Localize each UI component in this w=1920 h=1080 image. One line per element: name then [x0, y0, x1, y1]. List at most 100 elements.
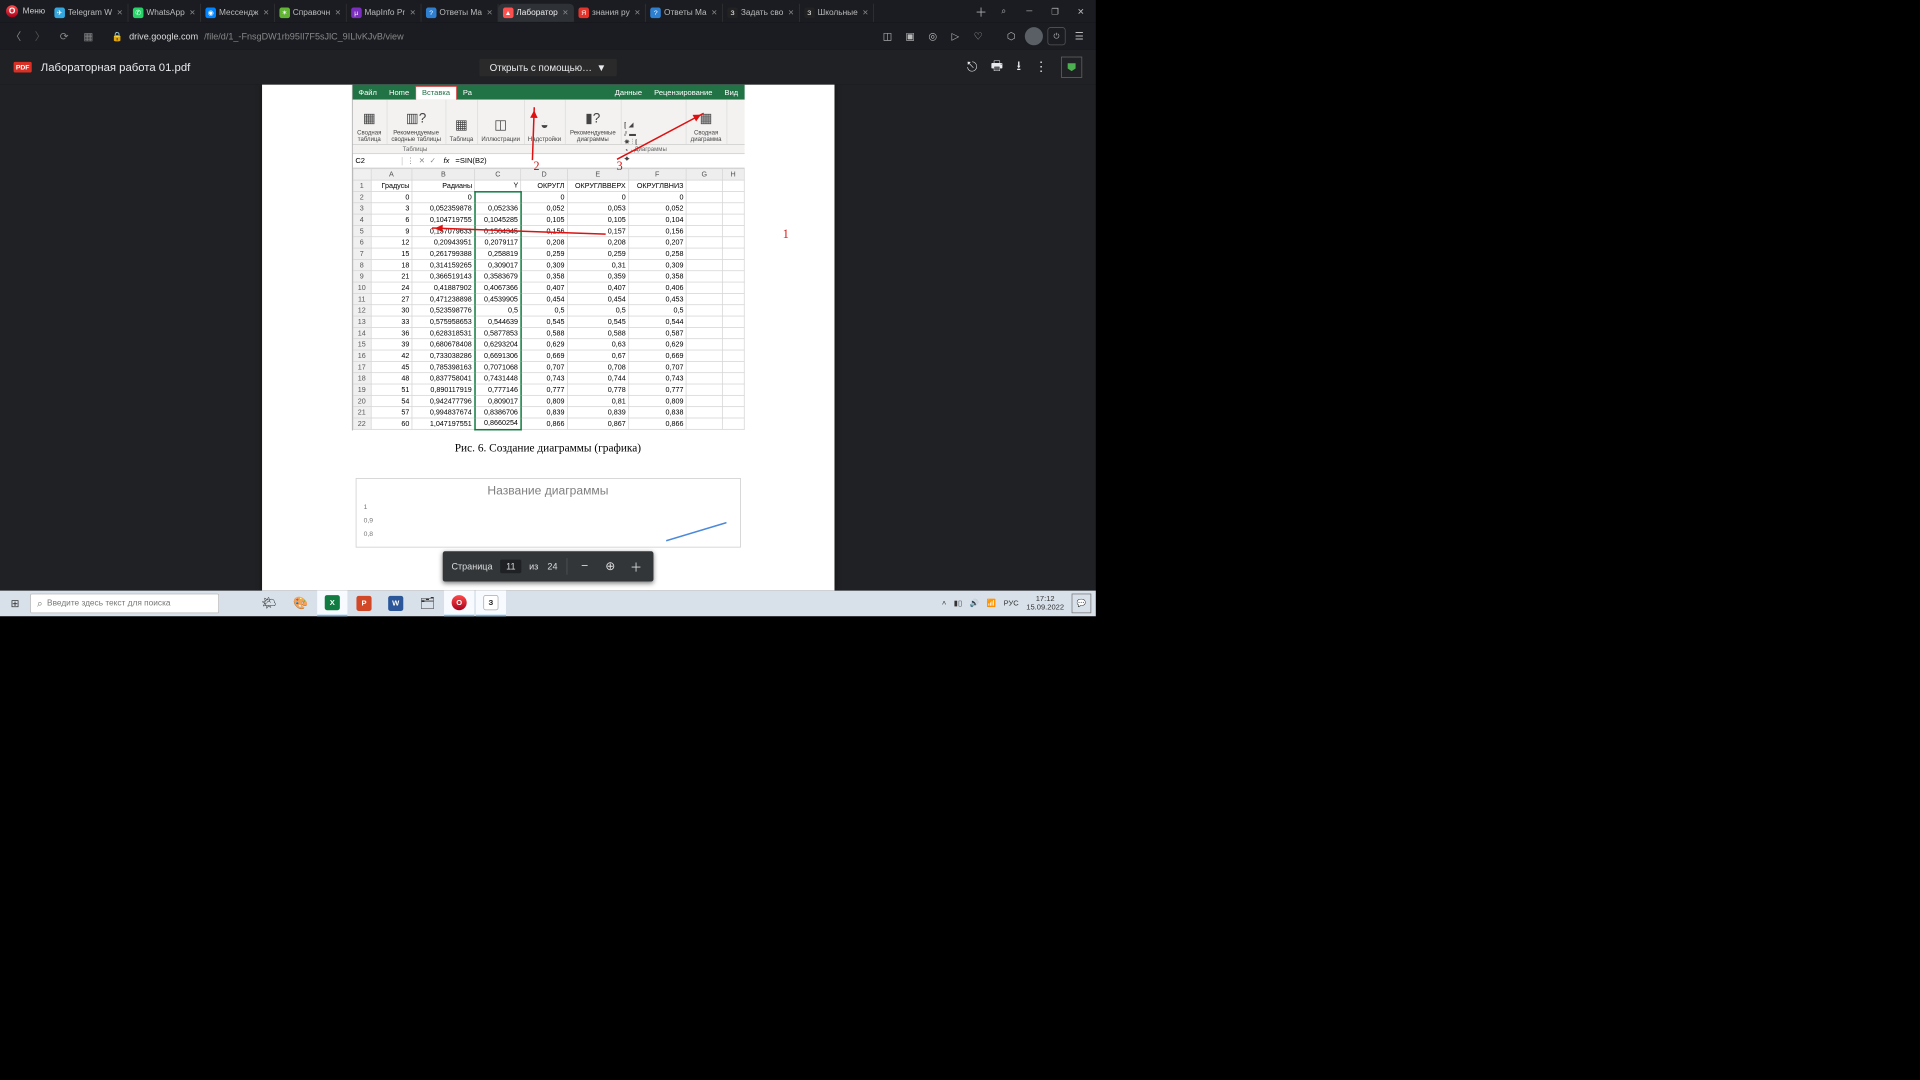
chart-line-fragment	[666, 519, 726, 542]
start-button[interactable]: ⊞	[0, 591, 30, 617]
grid-cell: 0,942477796	[412, 395, 475, 406]
browser-tab[interactable]: ✈Telegram W✕	[50, 4, 129, 22]
grid-cell: 0,2079117	[475, 237, 521, 248]
browser-tab[interactable]: ✶Справочн✕	[275, 4, 347, 22]
url-field[interactable]: 🔒 drive.google.com/file/d/1_-FnsgDW1rb95…	[104, 26, 871, 46]
grid-cell: 0,777146	[475, 384, 521, 395]
tab-label: Задать сво	[741, 8, 783, 17]
opera-logo-icon[interactable]: O	[6, 5, 18, 17]
grid-cell: 0	[521, 191, 567, 202]
pdf-viewport[interactable]: Файл Home Вставка Ра Данные Рецензирован…	[0, 85, 1096, 591]
browser-tab[interactable]: Язнания ру✕	[574, 4, 646, 22]
more-icon[interactable]: ⋮	[1035, 60, 1048, 75]
heart-icon[interactable]: ♡	[969, 27, 987, 45]
zoom-reset-button[interactable]: ⊕	[601, 557, 621, 577]
grid-cell: 0,052	[521, 203, 567, 214]
formula-text: =SIN(B2)	[452, 157, 489, 165]
tray-wifi-icon[interactable]: 📶	[987, 599, 996, 607]
row-header: 7	[353, 248, 371, 259]
tab-close-icon[interactable]: ✕	[410, 9, 416, 17]
sidebar-icon[interactable]: ◫	[878, 27, 896, 45]
fx-icon: fx	[440, 157, 452, 165]
grid-cell: 24	[371, 282, 412, 293]
col-header: D	[521, 169, 567, 180]
excel-tab-review: Рецензирование	[648, 87, 718, 100]
open-with-button[interactable]: Открыть с помощью… ▼	[479, 59, 617, 76]
taskbar-znanija[interactable]: З	[476, 591, 506, 617]
grid-cell: 0,20943951	[412, 237, 475, 248]
row-header: 16	[353, 350, 371, 361]
snapshot-icon[interactable]: ▣	[901, 27, 919, 45]
browser-tab[interactable]: ✆WhatsApp✕	[128, 4, 201, 22]
browser-tab[interactable]: ЗШкольные✕	[799, 4, 873, 22]
tray-notifications-icon[interactable]: 💬	[1072, 594, 1092, 614]
browser-tabs: ✈Telegram W✕✆WhatsApp✕◉Мессендж✕✶Справоч…	[50, 0, 969, 23]
easy-setup-icon[interactable]: ☰	[1070, 27, 1088, 45]
speed-dial-button[interactable]: ▦	[80, 28, 97, 45]
taskbar-word[interactable]: W	[381, 591, 411, 617]
new-tab-button[interactable]: ＋	[969, 2, 993, 20]
browser-tab[interactable]: ?Ответы Ma✕	[646, 4, 723, 22]
tab-close-icon[interactable]: ✕	[117, 9, 123, 17]
minimize-button[interactable]: ─	[1019, 2, 1040, 20]
taskbar-excel[interactable]: X	[317, 591, 347, 617]
search-placeholder: Введите здесь текст для поиска	[47, 599, 170, 608]
tab-close-icon[interactable]: ✕	[562, 9, 568, 17]
grid-cell: 0,259	[567, 248, 628, 259]
reload-button[interactable]: ⟳	[56, 28, 73, 45]
zoom-out-button[interactable]: −	[575, 557, 595, 577]
browser-tab[interactable]: ▲Лаборатор✕	[498, 4, 574, 22]
browser-menu-button[interactable]: Меню	[23, 7, 45, 16]
extensions-icon[interactable]: ⬡	[1002, 27, 1020, 45]
tab-close-icon[interactable]: ✕	[711, 9, 717, 17]
taskbar-weather[interactable]: 🌤	[254, 591, 284, 617]
profile-avatar[interactable]	[1025, 27, 1043, 45]
taskbar-opera[interactable]: O	[444, 591, 474, 617]
maximize-button[interactable]: ❐	[1044, 2, 1065, 20]
google-account-button[interactable]	[1061, 57, 1082, 78]
tray-chevron-icon[interactable]: ˄	[942, 599, 946, 607]
tab-close-icon[interactable]: ✕	[189, 9, 195, 17]
browser-tab[interactable]: ◉Мессендж✕	[201, 4, 275, 22]
tab-close-icon[interactable]: ✕	[263, 9, 269, 17]
grid-cell: 0,258819	[475, 248, 521, 259]
tray-clock[interactable]: 17:12 15.09.2022	[1026, 595, 1064, 612]
browser-tab[interactable]: ?Ответы Ma✕	[421, 4, 498, 22]
chart-block: Название диаграммы 1 0,9 0,8	[355, 478, 740, 547]
browser-tab[interactable]: ЗЗадать сво✕	[723, 4, 800, 22]
grid-cell: 0,1045285	[475, 214, 521, 225]
tab-close-icon[interactable]: ✕	[634, 9, 640, 17]
tab-close-icon[interactable]: ✕	[788, 9, 794, 17]
tray-lang[interactable]: РУС	[1004, 599, 1019, 607]
tray-battery-icon[interactable]: ▮▯	[954, 599, 962, 607]
row-header: 12	[353, 305, 371, 316]
tab-close-icon[interactable]: ✕	[862, 9, 868, 17]
windows-search[interactable]: ⌕ Введите здесь текст для поиска	[30, 594, 219, 614]
grid-cell: 0,544639	[475, 316, 521, 327]
taskbar-powerpoint[interactable]: P	[349, 591, 379, 617]
forward-button[interactable]: 〉	[32, 28, 49, 45]
print-icon[interactable]: 🖶	[991, 56, 1003, 78]
grid-cell: 0,4539905	[475, 293, 521, 304]
download-icon[interactable]: ⭳	[1017, 56, 1021, 78]
close-window-button[interactable]: ✕	[1070, 2, 1091, 20]
tab-favicon: ?	[650, 8, 661, 19]
screenshot-icon[interactable]: ◎	[924, 27, 942, 45]
tray-volume-icon[interactable]: 🔊	[970, 599, 979, 607]
grid-cell: 0,406	[628, 282, 686, 293]
browser-tab[interactable]: µMapInfo Pr✕	[346, 4, 421, 22]
tab-close-icon[interactable]: ✕	[335, 9, 341, 17]
add-shortcut-icon[interactable]: ⎋	[967, 60, 977, 75]
zoom-in-button[interactable]: ＋	[626, 557, 646, 577]
grid-cell: 0,5877853	[475, 327, 521, 338]
taskbar-paint[interactable]: 🎨	[285, 591, 315, 617]
send-icon[interactable]: ▷	[946, 27, 964, 45]
row-header: 6	[353, 237, 371, 248]
page-current[interactable]: 11	[500, 560, 521, 574]
taskbar-explorer[interactable]: 🗂	[412, 591, 442, 617]
vpn-badge[interactable]: ⏻	[1047, 27, 1065, 45]
tab-search-icon[interactable]: ⌕	[993, 2, 1014, 20]
back-button[interactable]: 〈	[8, 28, 25, 45]
tab-close-icon[interactable]: ✕	[487, 9, 493, 17]
grid-cell: 0,778	[567, 384, 628, 395]
